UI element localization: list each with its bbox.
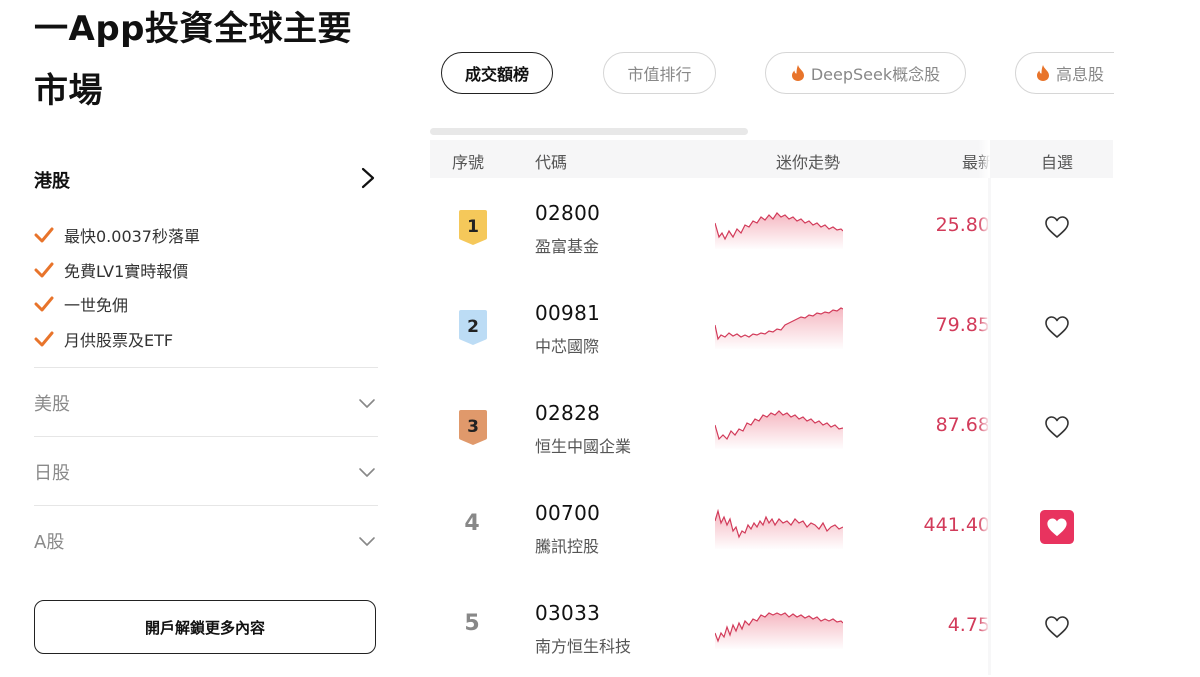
accordion-label: 美股	[34, 393, 70, 415]
flame-icon	[791, 65, 804, 81]
table-row[interactable]: 2 00981 中芯國際 79.85	[430, 277, 1113, 377]
stock-code: 02800	[535, 201, 601, 225]
category-chip-bar: 成交額榜 市值排行 DeepSeek概念股 高息股	[430, 52, 1114, 98]
chip-high-dividend[interactable]: 高息股	[1015, 52, 1114, 94]
rank-medal-bronze-icon: 3	[459, 410, 487, 445]
chip-deepseek[interactable]: DeepSeek概念股	[765, 52, 966, 94]
stock-code: 00700	[535, 501, 601, 525]
feature-item: 一世免佣	[34, 287, 200, 322]
chevron-right-icon[interactable]	[358, 166, 378, 190]
stock-code: 00981	[535, 301, 601, 325]
stock-name: 騰訊控股	[535, 537, 600, 556]
header-rank: 序號	[452, 153, 485, 172]
sparkline-chart	[715, 212, 843, 249]
sparkline-chart	[715, 508, 843, 549]
accordion-label: A股	[34, 531, 65, 553]
heart-outline-icon[interactable]	[1042, 612, 1072, 642]
section-title-hk[interactable]: 港股	[34, 167, 70, 193]
check-icon	[34, 331, 54, 347]
feature-item: 免費LV1實時報價	[34, 253, 200, 288]
chip-turnover[interactable]: 成交額榜	[441, 52, 553, 94]
rank-number: 3	[467, 417, 479, 437]
stock-name: 恒生中國企業	[535, 437, 632, 456]
chevron-down-icon	[359, 398, 375, 408]
hk-feature-list: 最快0.0037秒落單 免費LV1實時報價 一世免佣 月供股票及ETF	[34, 218, 200, 356]
heart-outline-icon[interactable]	[1042, 312, 1072, 342]
stock-name: 南方恒生科技	[535, 637, 632, 656]
chevron-down-icon	[359, 467, 375, 477]
stock-code: 03033	[535, 601, 601, 625]
sparkline-chart	[715, 410, 843, 449]
feature-label: 免費LV1實時報價	[64, 261, 189, 281]
headline-line-1: 一App投資全球主要	[34, 9, 352, 49]
accordion-us-stocks[interactable]: 美股	[34, 367, 378, 437]
flame-icon	[1037, 65, 1049, 81]
headline-line-2: 市場	[34, 71, 103, 111]
check-icon	[34, 227, 54, 243]
feature-label: 一世免佣	[64, 296, 129, 316]
table-row[interactable]: 5 03033 南方恒生科技 4.75	[430, 577, 1113, 677]
check-icon	[34, 262, 54, 278]
stock-name: 盈富基金	[535, 237, 600, 256]
rank-medal-gold-icon: 1	[459, 210, 487, 245]
chevron-down-icon	[359, 536, 375, 546]
open-account-button[interactable]: 開戶解鎖更多內容	[34, 600, 376, 654]
chip-label: 市值排行	[627, 65, 692, 84]
heart-outline-icon[interactable]	[1042, 212, 1072, 242]
stock-code: 02828	[535, 401, 601, 425]
heart-filled-icon[interactable]	[1040, 510, 1074, 544]
table-header: 序號 代碼 迷你走勢 最新 自選	[430, 140, 1113, 178]
heart-outline-icon[interactable]	[1042, 412, 1072, 442]
chip-label: 高息股	[1056, 65, 1105, 84]
accordion-label: 日股	[34, 462, 70, 484]
page-headline: 一App投資全球主要 市場	[34, 0, 374, 122]
chip-label: 成交額榜	[464, 65, 529, 84]
header-watchlist: 自選	[1041, 153, 1074, 172]
accordion-jp-stocks[interactable]: 日股	[34, 436, 378, 506]
sticky-column-divider	[988, 178, 991, 675]
check-icon	[34, 296, 54, 312]
rank-medal-silver-icon: 2	[459, 310, 487, 345]
chip-market-cap[interactable]: 市值排行	[603, 52, 716, 94]
horizontal-scrollbar[interactable]	[430, 128, 748, 135]
table-row[interactable]: 1 02800 盈富基金 25.80	[430, 177, 1113, 277]
stock-name: 中芯國際	[535, 337, 600, 356]
table-row[interactable]: 4 00700 騰訊控股 441.40	[430, 477, 1113, 577]
sparkline-chart	[715, 307, 843, 349]
sparkline-chart	[715, 612, 843, 649]
accordion-a-shares[interactable]: A股	[34, 505, 378, 575]
chip-label: DeepSeek概念股	[810, 65, 941, 84]
rank-number: 4	[464, 511, 480, 536]
table-row[interactable]: 3 02828 恒生中國企業 87.68	[430, 377, 1113, 477]
feature-item: 月供股票及ETF	[34, 322, 200, 357]
feature-label: 月供股票及ETF	[64, 330, 174, 350]
feature-label: 最快0.0037秒落單	[64, 227, 200, 247]
header-code: 代碼	[535, 153, 568, 172]
header-trend: 迷你走勢	[776, 153, 841, 172]
feature-item: 最快0.0037秒落單	[34, 218, 200, 253]
rank-number: 2	[467, 317, 479, 337]
rank-number: 5	[464, 611, 480, 636]
rank-number: 1	[467, 217, 479, 237]
